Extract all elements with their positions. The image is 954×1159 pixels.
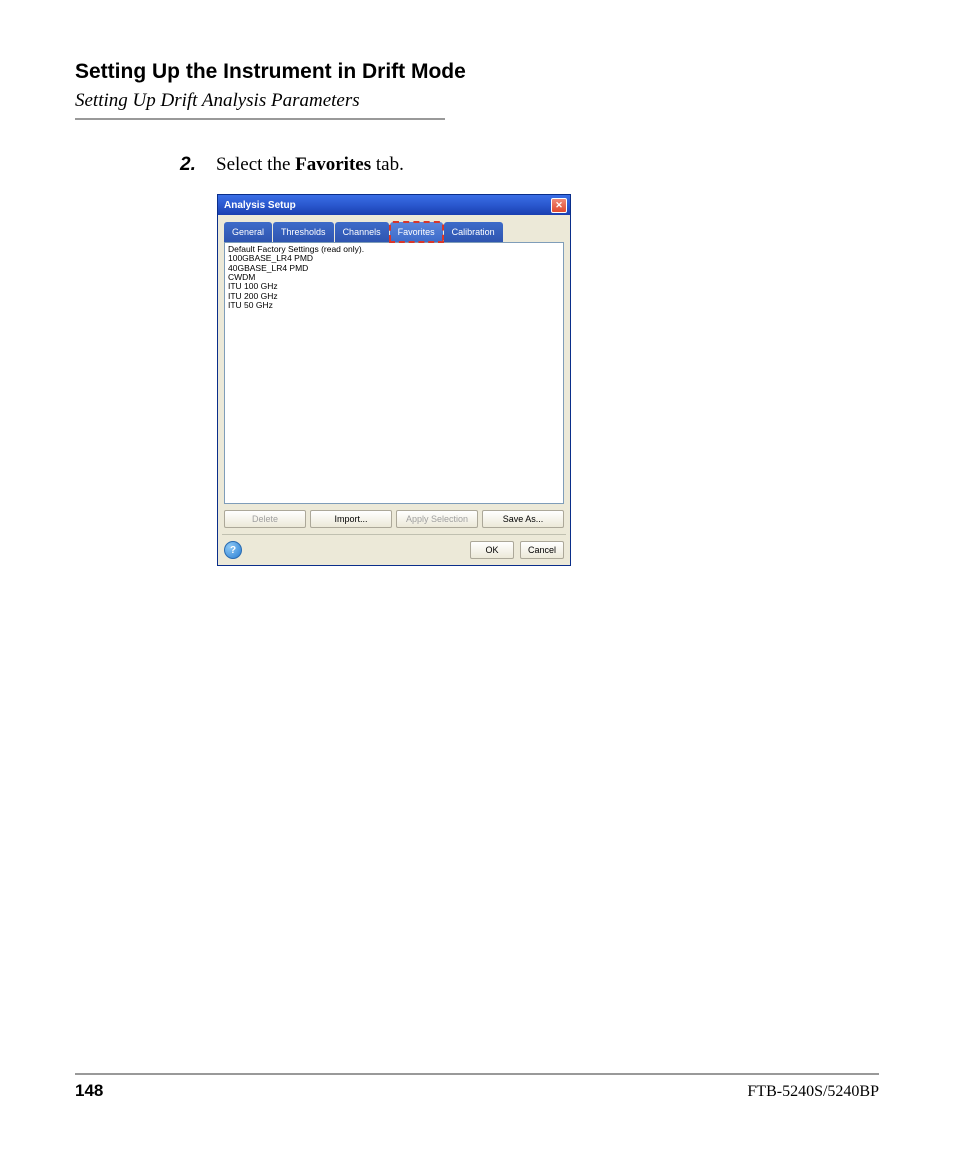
page-number: 148 [75,1081,103,1101]
list-item[interactable]: ITU 200 GHz [228,292,560,301]
tab-calibration[interactable]: Calibration [444,222,503,242]
model-label: FTB-5240S/5240BP [747,1083,879,1101]
step-text: Select the Favorites tab. [216,154,404,176]
favorites-list[interactable]: Default Factory Settings (read only). 10… [224,242,564,504]
save-as-button[interactable]: Save As... [482,510,564,528]
step-prefix: Select the [216,154,295,175]
analysis-setup-dialog: Analysis Setup ✕ General Thresholds Chan… [217,194,571,566]
action-button-row: Delete Import... Apply Selection Save As… [218,504,570,532]
tab-favorites[interactable]: Favorites [390,222,443,242]
apply-selection-button[interactable]: Apply Selection [396,510,478,528]
tab-thresholds[interactable]: Thresholds [273,222,334,242]
header-rule [75,118,445,120]
close-button[interactable]: ✕ [551,198,567,213]
cancel-button[interactable]: Cancel [520,541,564,559]
step-2: 2. Select the Favorites tab. [180,154,879,176]
tab-bar: General Thresholds Channels Favorites Ca… [218,215,570,242]
list-item[interactable]: 40GBASE_LR4 PMD [228,264,560,273]
delete-button[interactable]: Delete [224,510,306,528]
dialog-title: Analysis Setup [224,200,296,211]
import-button[interactable]: Import... [310,510,392,528]
step-suffix: tab. [371,154,404,175]
step-bold: Favorites [295,154,371,175]
page-footer: 148 FTB-5240S/5240BP [75,1073,879,1101]
list-item[interactable]: CWDM [228,273,560,282]
ok-button[interactable]: OK [470,541,514,559]
step-number: 2. [180,154,216,176]
help-icon: ? [230,545,236,556]
tab-channels[interactable]: Channels [335,222,389,242]
list-item[interactable]: ITU 100 GHz [228,282,560,291]
help-button[interactable]: ? [224,541,242,559]
separator [222,534,566,535]
tab-general[interactable]: General [224,222,272,242]
close-icon: ✕ [555,201,563,210]
page-title: Setting Up the Instrument in Drift Mode [75,60,879,84]
dialog-button-row: ? OK Cancel [218,537,570,565]
page-subtitle: Setting Up Drift Analysis Parameters [75,90,879,112]
list-item[interactable]: ITU 50 GHz [228,301,560,310]
footer-rule [75,1073,879,1075]
titlebar: Analysis Setup ✕ [218,195,570,215]
